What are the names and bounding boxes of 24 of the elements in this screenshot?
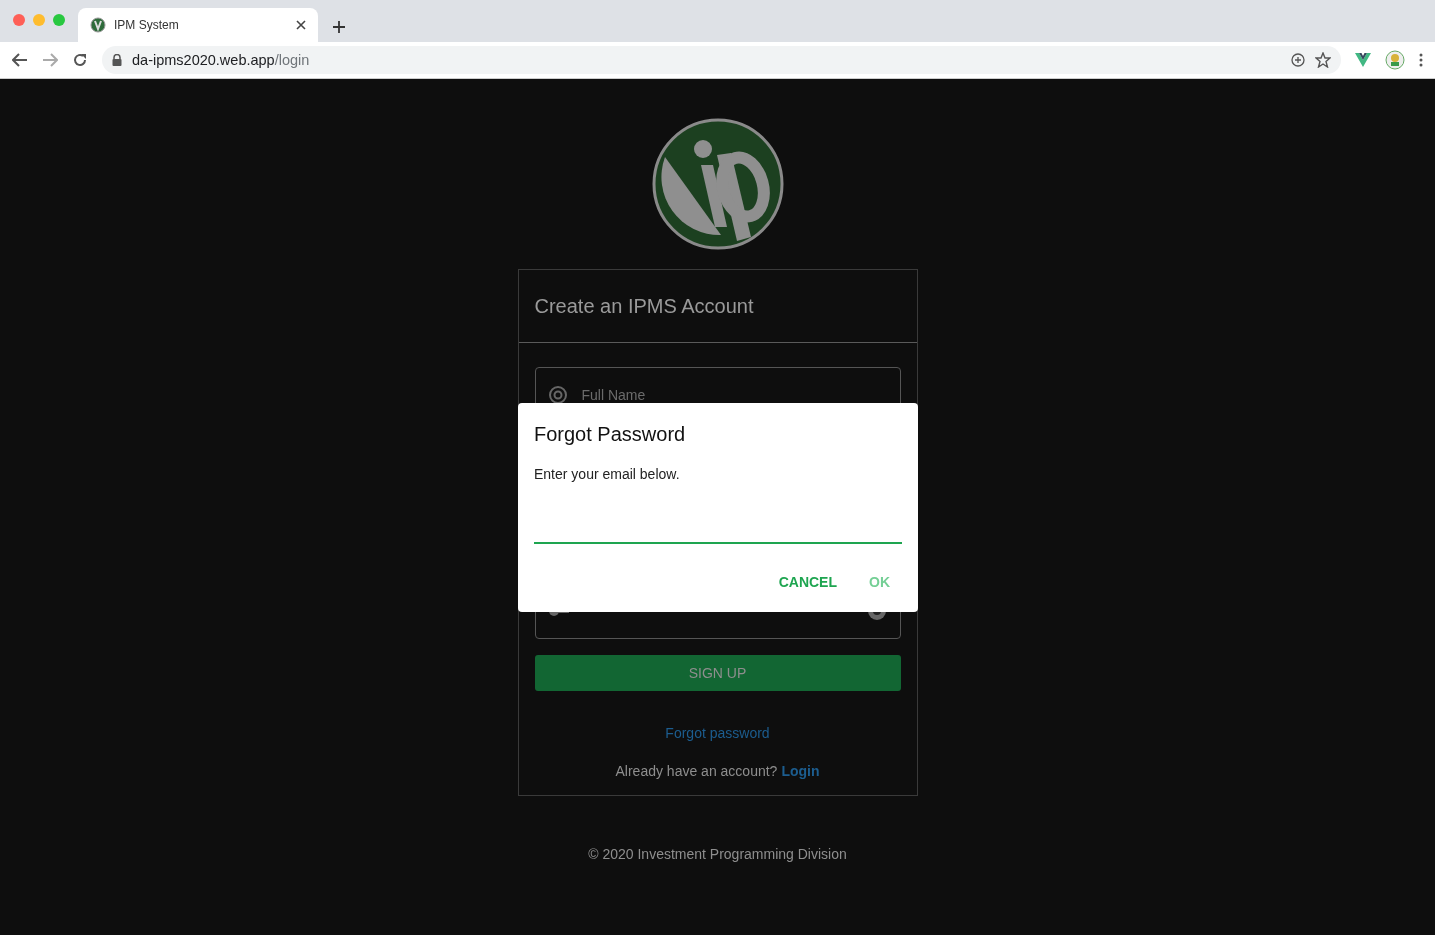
card-title: Create an IPMS Account bbox=[518, 270, 917, 343]
address-bar[interactable]: da-ipms2020.web.app/login bbox=[102, 46, 1341, 74]
login-link[interactable]: Login bbox=[781, 763, 820, 779]
login-prompt: Already have an account? bbox=[615, 763, 778, 779]
logo-icon bbox=[650, 117, 785, 251]
add-circle-icon[interactable] bbox=[1291, 53, 1305, 67]
sign-up-button[interactable]: SIGN UP bbox=[534, 655, 901, 691]
browser-tab[interactable]: IPM System bbox=[78, 8, 318, 42]
star-icon[interactable] bbox=[1315, 52, 1331, 68]
menu-icon[interactable] bbox=[1419, 53, 1423, 67]
copyright-text: © 2020 Investment Programming Division bbox=[588, 846, 847, 862]
globe-icon bbox=[90, 17, 106, 33]
close-icon[interactable] bbox=[296, 20, 306, 30]
back-arrow-icon[interactable] bbox=[12, 53, 28, 67]
dialog-message: Enter your email below. bbox=[534, 466, 681, 482]
at-sign-icon bbox=[547, 385, 568, 405]
avatar-icon[interactable] bbox=[1385, 50, 1405, 70]
forgot-password-link[interactable]: Forgot password bbox=[665, 725, 770, 741]
reload-icon[interactable] bbox=[72, 52, 88, 68]
v-shape-icon[interactable] bbox=[1355, 53, 1371, 67]
plus-icon[interactable] bbox=[332, 20, 346, 34]
lock-icon bbox=[112, 54, 122, 66]
dialog-title: Forgot Password bbox=[534, 423, 687, 446]
dialog-button[interactable]: CANCEL bbox=[766, 566, 849, 598]
